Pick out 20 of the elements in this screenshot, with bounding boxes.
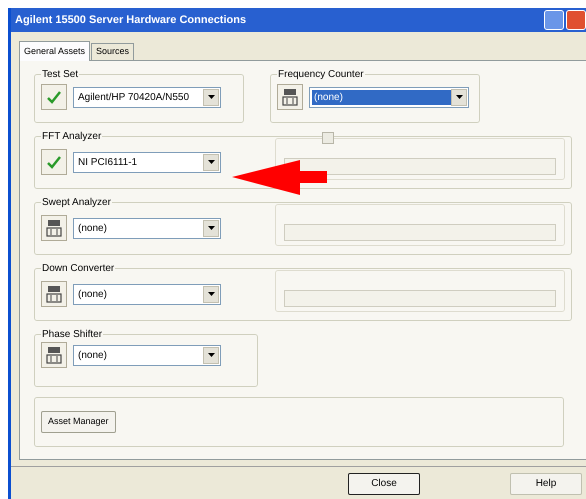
group-label: Phase Shifter bbox=[41, 328, 104, 342]
device-dropdown[interactable]: (none) bbox=[73, 218, 221, 238]
close-button[interactable]: Close bbox=[348, 472, 420, 494]
device-dropdown[interactable]: NI PCI6111-1 bbox=[73, 152, 221, 172]
window-title: Agilent 15500 Server Hardware Connections bbox=[15, 12, 248, 28]
group-label: Frequency Counter bbox=[277, 68, 365, 82]
close-title-button[interactable] bbox=[566, 10, 586, 30]
device-dropdown[interactable]: (none) bbox=[73, 344, 221, 366]
asset-manager-button[interactable]: Asset Manager bbox=[41, 411, 116, 433]
tab[interactable]: Sources bbox=[91, 43, 134, 60]
device-dropdown[interactable]: (none) bbox=[73, 284, 221, 304]
group-label: FFT Analyzer bbox=[41, 130, 102, 144]
device-dropdown[interactable]: (none) bbox=[309, 86, 469, 108]
group-label: Test Set bbox=[41, 68, 80, 82]
group-label: Swept Analyzer bbox=[41, 196, 112, 210]
device-dropdown[interactable]: Agilent/HP 70420A/N550 bbox=[73, 86, 221, 108]
help-title-button[interactable] bbox=[544, 10, 564, 30]
help-button[interactable]: Help bbox=[510, 472, 582, 494]
group-label: Down Converter bbox=[41, 262, 116, 276]
tab[interactable]: General Assets bbox=[19, 41, 90, 61]
